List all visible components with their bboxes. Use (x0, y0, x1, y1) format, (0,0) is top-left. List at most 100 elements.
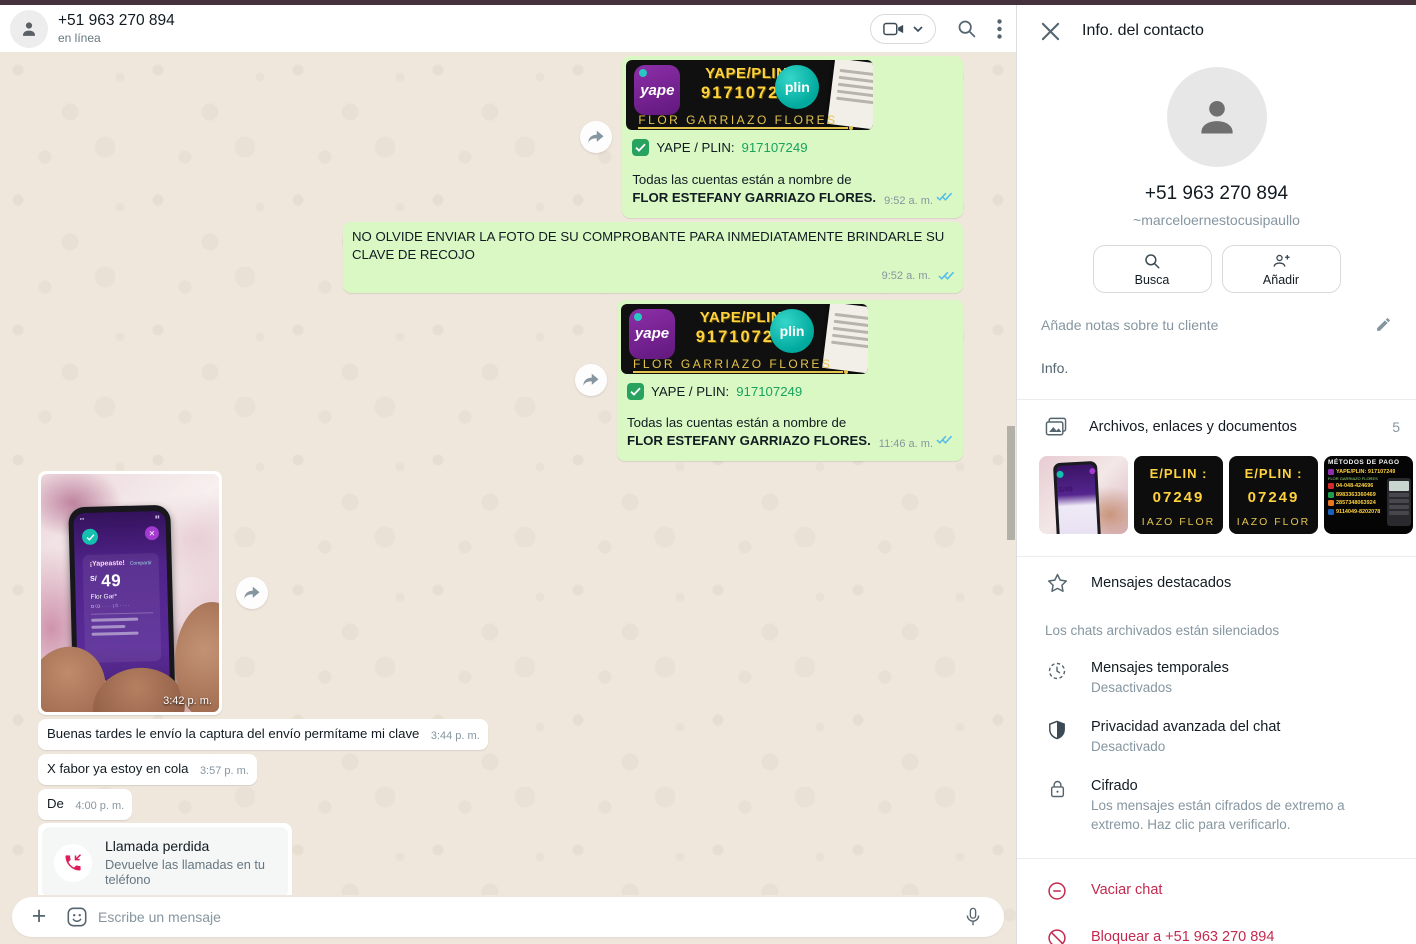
info-section-label: Info. (1017, 360, 1416, 376)
advanced-privacy-row[interactable]: Privacidad avanzada del chat Desactivado (1017, 709, 1416, 766)
message-bubble: X fabor ya estoy en cola 3:57 p. m. (38, 754, 257, 785)
caption-line2: FLOR ESTEFANY GARRIAZO FLORES. (632, 189, 876, 207)
yape-logo: yape (634, 65, 680, 115)
timer-icon (1047, 661, 1067, 681)
banner-name: FLOR GARRIAZO FLORES (633, 357, 832, 371)
banner-name: FLOR GARRIAZO FLORES (638, 113, 837, 127)
forward-icon (243, 585, 261, 601)
contact-avatar[interactable] (10, 10, 48, 48)
forward-button[interactable] (236, 577, 268, 609)
message-bubble: De 4:00 p. m. (38, 789, 132, 820)
media-links-docs-row[interactable]: Archivos, enlaces y documentos 5 (1017, 400, 1416, 454)
caption-label: YAPE / PLIN: (656, 139, 734, 157)
photo-time: 3:42 p. m. (163, 695, 212, 707)
forward-icon (582, 372, 600, 388)
contact-profile-photo[interactable] (1167, 67, 1267, 167)
close-icon (1041, 22, 1060, 41)
message-text: X fabor ya estoy en cola (47, 761, 188, 776)
message-bubble: Buenas tardes le envío la captura del en… (38, 719, 488, 750)
minus-circle-icon (1047, 881, 1067, 901)
chat-menu-button[interactable] (997, 19, 1002, 39)
caption-number[interactable]: 917107249 (742, 139, 808, 157)
search-icon (1143, 252, 1161, 270)
attach-button[interactable]: + (22, 900, 56, 934)
missed-call-card[interactable]: Llamada perdida Devuelve las llamadas en… (42, 827, 288, 895)
encryption-row[interactable]: Cifrado Los mensajes están cifrados de e… (1017, 768, 1416, 843)
chat-scrollbar[interactable] (1007, 426, 1015, 540)
message-time: 4:00 p. m. (75, 800, 124, 812)
payee-name: Flor Gar* (91, 592, 153, 601)
message-text: Buenas tardes le envío la captura del en… (47, 726, 419, 741)
message-bubble-photo[interactable]: ●●▮▮ ✕ ¡Yapeaste! Compartir S/ 49 (38, 471, 222, 715)
microphone-icon (964, 906, 982, 928)
yape-logo: yape (629, 309, 675, 359)
read-ticks-icon (938, 268, 955, 286)
caption-label: YAPE / PLIN: (651, 383, 729, 401)
message-time: 11:46 a. m. (879, 438, 933, 450)
pencil-icon[interactable] (1375, 316, 1392, 333)
archived-muted-note: Los chats archivados están silenciados (1017, 608, 1416, 644)
contact-info-panel: Info. del contacto +51 963 270 894 ~marc… (1016, 5, 1416, 944)
forward-icon (587, 129, 605, 145)
media-thumbnail-payment-methods[interactable]: MÉTODOS DE PAGO YAPE/PLIN: 917107249 FLO… (1324, 456, 1413, 534)
message-bubble-yape-2: yape YAPE/PLIN : 917107249 plin FLOR GAR… (617, 300, 963, 462)
forward-button[interactable] (575, 364, 607, 396)
voice-message-button[interactable] (956, 900, 990, 934)
plin-logo: plin (770, 309, 814, 353)
starred-label: Mensajes destacados (1091, 575, 1231, 591)
media-thumbnail-photo[interactable]: S/49 (1039, 456, 1128, 534)
message-bubble-reminder: NO OLVIDE ENVIAR LA FOTO DE SU COMPROBAN… (343, 222, 963, 293)
yape-receipt-title: ¡Yapeaste! (90, 560, 125, 568)
call-title: Llamada perdida (105, 838, 276, 854)
yape-banner-image[interactable]: yape YAPE/PLIN : 917107249 plin FLOR GAR… (626, 60, 873, 130)
shield-icon (1048, 720, 1066, 740)
pos-terminal-graphic (1387, 478, 1411, 526)
chat-pane: +51 963 270 894 en línea (0, 5, 1016, 944)
action-label: Vaciar chat (1091, 882, 1162, 898)
block-contact-action[interactable]: Bloquear a +51 963 270 894 (1017, 914, 1416, 944)
setting-subtitle: Los mensajes están cifrados de extremo a… (1091, 797, 1391, 833)
message-time: 9:52 a. m. (882, 270, 931, 282)
person-add-icon (1271, 252, 1291, 270)
action-label: Bloquear a +51 963 270 894 (1091, 929, 1274, 944)
search-in-chat-button[interactable] (956, 18, 977, 39)
video-call-button[interactable] (870, 14, 936, 44)
message-bubble-yape-1: yape YAPE/PLIN : 917107249 plin FLOR GAR… (622, 56, 963, 218)
contact-header-info[interactable]: +51 963 270 894 en línea (58, 12, 870, 45)
read-ticks-icon (936, 189, 953, 207)
media-row-label: Archivos, enlaces y documentos (1089, 419, 1370, 435)
message-time: 3:44 p. m. (431, 730, 480, 742)
kebab-menu-icon (997, 19, 1002, 39)
read-ticks-icon (936, 432, 953, 450)
caption-number[interactable]: 917107249 (736, 383, 802, 401)
message-text: NO OLVIDE ENVIAR LA FOTO DE SU COMPROBAN… (352, 229, 944, 262)
clear-chat-action[interactable]: Vaciar chat (1017, 867, 1416, 914)
person-icon (1191, 91, 1243, 143)
close-panel-button[interactable] (1041, 22, 1060, 41)
lock-icon (1049, 779, 1066, 799)
starred-messages-row[interactable]: Mensajes destacados (1017, 557, 1416, 608)
customer-notes-field[interactable]: Añade notas sobre tu cliente (1017, 316, 1416, 333)
green-check-emoji (627, 383, 644, 400)
message-input[interactable] (98, 909, 952, 925)
yape-banner-image[interactable]: yape YAPE/PLIN : 917107249 plin FLOR GAR… (621, 304, 868, 374)
contact-phone-number: +51 963 270 894 (1017, 183, 1416, 205)
setting-title: Cifrado (1091, 778, 1391, 794)
forward-button[interactable] (580, 121, 612, 153)
media-thumbnail-banner[interactable]: E/PLIN : 07249 IAZO FLOR (1229, 456, 1318, 534)
caption-line1: Todas las cuentas están a nombre de (632, 171, 953, 189)
call-subtitle: Devuelve las llamadas en tu teléfono (105, 857, 276, 887)
add-contact-button[interactable]: Añadir (1222, 245, 1341, 293)
chat-header: +51 963 270 894 en línea (0, 5, 1016, 52)
setting-title: Privacidad avanzada del chat (1091, 719, 1280, 735)
panel-title: Info. del contacto (1082, 22, 1204, 40)
search-contact-button[interactable]: Busca (1093, 245, 1212, 293)
payment-screenshot-image[interactable]: ●●▮▮ ✕ ¡Yapeaste! Compartir S/ 49 (41, 474, 219, 712)
emoji-sticker-button[interactable] (60, 900, 94, 934)
media-thumbnail-banner[interactable]: E/PLIN : 07249 IAZO FLOR (1134, 456, 1223, 534)
disappearing-messages-row[interactable]: Mensajes temporales Desactivados (1017, 650, 1416, 707)
green-check-emoji (632, 139, 649, 156)
media-count: 5 (1392, 419, 1400, 435)
star-icon (1047, 573, 1068, 593)
message-time: 3:57 p. m. (200, 765, 249, 777)
